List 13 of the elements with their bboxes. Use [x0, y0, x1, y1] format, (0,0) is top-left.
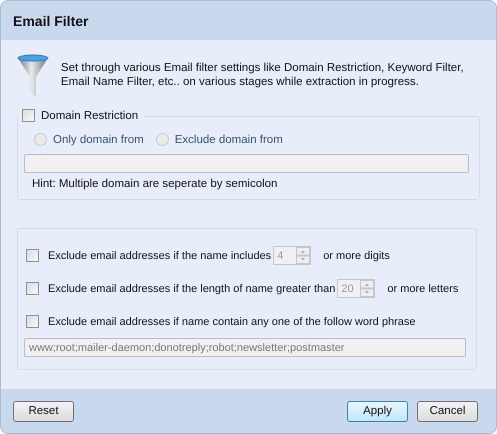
dialog-button[interactable]: Reset: [13, 400, 74, 422]
hint-text: Hint: Multiple domain are seperate by semicolon: [31, 178, 278, 190]
rule-suffix: or more digits: [323, 250, 390, 262]
window-title: Email Filter: [13, 12, 88, 28]
dialog-button[interactable]: Cancel: [417, 400, 478, 422]
rule-suffix: or more letters: [387, 282, 458, 294]
dialog-button[interactable]: Apply: [347, 400, 408, 422]
domain-restriction-label: Domain Restriction: [41, 110, 138, 122]
rule-label: Exclude email addresses if the length of name greater than: [48, 282, 336, 294]
rule-label: Exclude email addresses if name contain any one of the follow word phrase: [48, 316, 416, 328]
funnel-icon: [17, 54, 49, 98]
rule-label: Exclude email addresses if the name includes: [48, 250, 272, 262]
description-text: Set through various Email filter settings like Domain Restriction, Keyword Filter, Email Name Filter, etc.. on various stages while extraction in progress.: [60, 61, 465, 89]
